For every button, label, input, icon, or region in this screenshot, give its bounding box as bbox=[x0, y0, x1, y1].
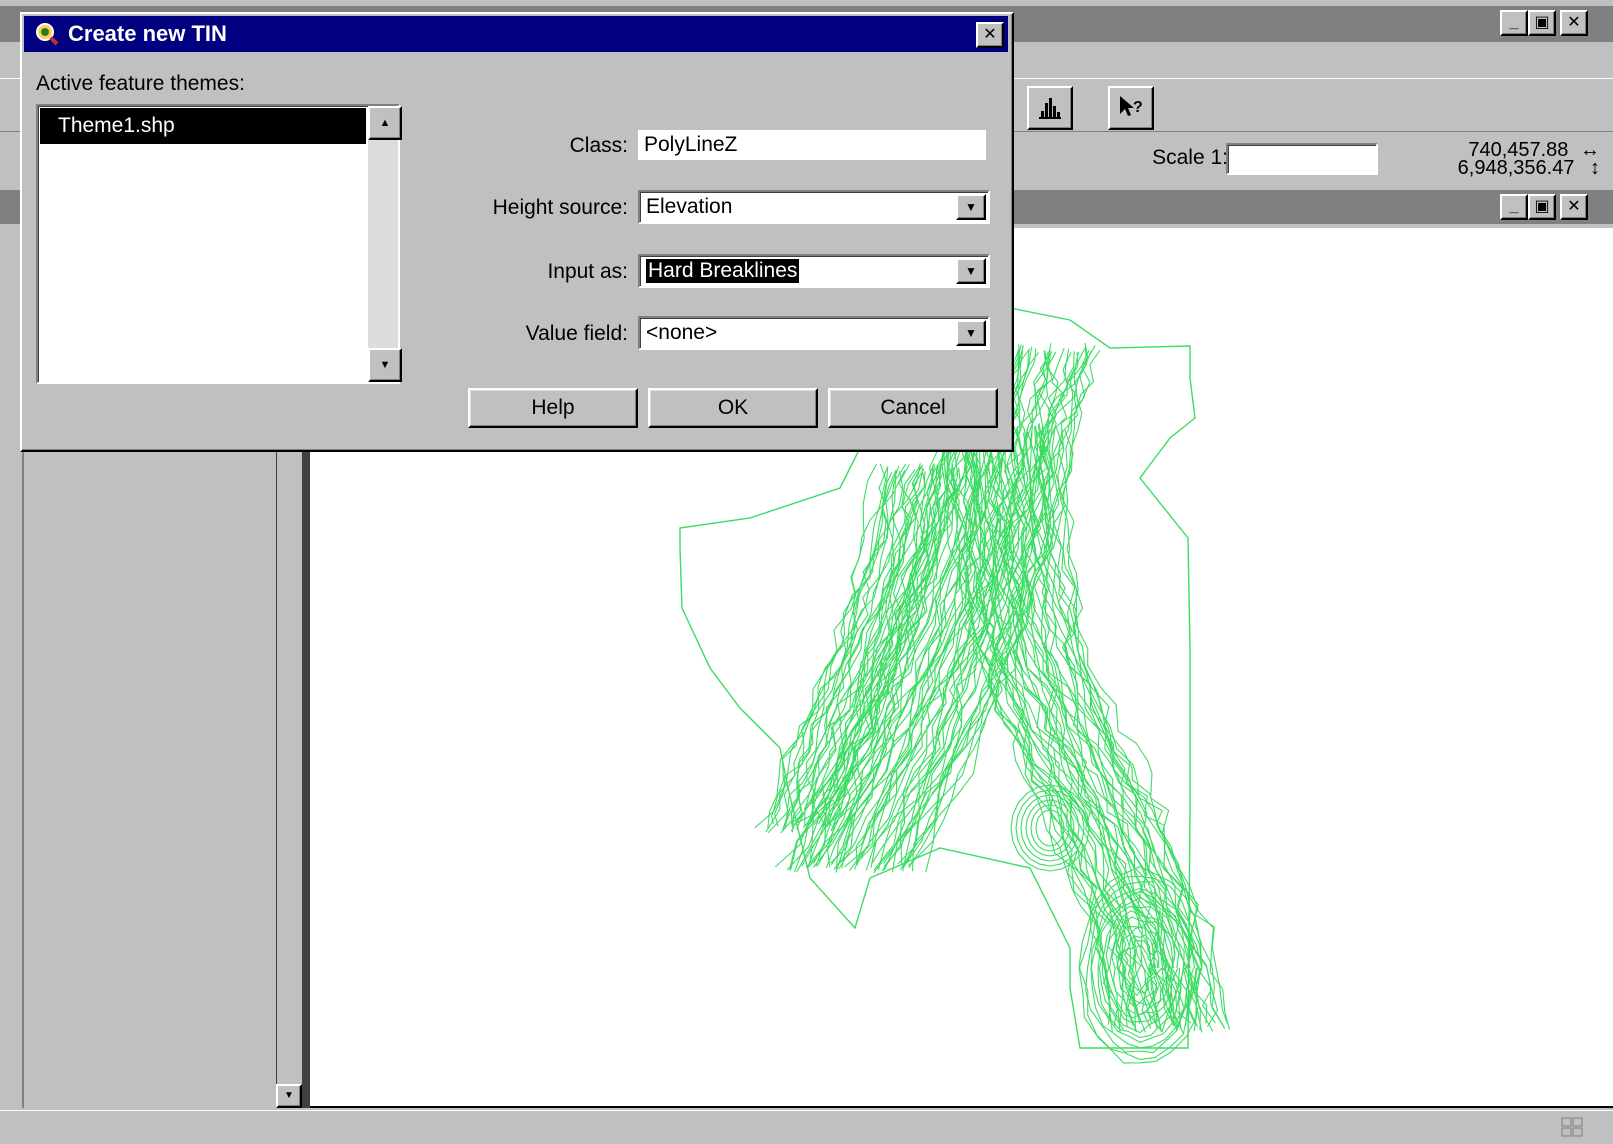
contour-line bbox=[802, 466, 926, 828]
themes-scroll-down-button[interactable]: ▼ bbox=[368, 348, 402, 382]
svg-text:?: ? bbox=[1133, 99, 1143, 116]
scale-input[interactable] bbox=[1226, 143, 1378, 175]
themes-list[interactable]: Theme1.shp ▲ ▼ bbox=[36, 104, 402, 384]
class-label: Class: bbox=[569, 134, 628, 157]
dialog-close-button[interactable]: ✕ bbox=[976, 22, 1004, 48]
view-maximize-button[interactable]: ▣ bbox=[1528, 194, 1556, 220]
chevron-down-icon[interactable]: ▼ bbox=[956, 320, 986, 346]
cancel-button[interactable]: Cancel bbox=[828, 388, 998, 428]
scale-label: Scale 1: bbox=[1152, 146, 1228, 169]
class-field: PolyLineZ bbox=[638, 130, 986, 160]
theme-list-item-label: Theme1.shp bbox=[58, 114, 175, 137]
app-close-button[interactable]: ✕ bbox=[1560, 10, 1588, 36]
toc-scroll-down-button[interactable]: ▼ bbox=[276, 1084, 302, 1108]
theme-list-item[interactable]: Theme1.shp bbox=[40, 108, 366, 144]
themes-scroll-up-button[interactable]: ▲ bbox=[368, 106, 402, 140]
tin-app-icon bbox=[36, 23, 59, 46]
help-pointer-button[interactable]: ? bbox=[1108, 86, 1154, 130]
coordinate-y-value: 6,948,356.47 bbox=[1457, 157, 1575, 179]
chevron-down-icon[interactable]: ▼ bbox=[956, 258, 986, 284]
value-field-select[interactable]: <none> ▼ bbox=[638, 316, 990, 350]
ok-button[interactable]: OK bbox=[648, 388, 818, 428]
help-button[interactable]: Help bbox=[468, 388, 638, 428]
contour-line bbox=[1060, 428, 1228, 1024]
coordinate-y-readout: 6,948,356.47 ↕ bbox=[1400, 158, 1600, 178]
status-bar bbox=[0, 1110, 1613, 1144]
height-source-select[interactable]: Elevation ▼ bbox=[638, 190, 990, 224]
value-field-label: Value field: bbox=[525, 322, 628, 345]
app-minimize-button[interactable]: _ bbox=[1500, 10, 1528, 36]
input-as-select[interactable]: Hard Breaklines ▼ bbox=[638, 254, 990, 288]
chevron-down-icon[interactable]: ▼ bbox=[956, 194, 986, 220]
resize-grip-icon[interactable] bbox=[1560, 1116, 1584, 1138]
height-source-value: Elevation bbox=[646, 195, 733, 218]
dialog-title-bar: Create new TIN bbox=[24, 16, 1008, 52]
height-source-label: Height source: bbox=[492, 196, 628, 219]
help-pointer-icon: ? bbox=[1120, 96, 1143, 116]
input-as-label: Input as: bbox=[547, 260, 628, 283]
histogram-icon bbox=[1039, 98, 1061, 119]
input-as-value: Hard Breaklines bbox=[644, 258, 801, 284]
dialog-title: Create new TIN bbox=[68, 21, 227, 46]
themes-label: Active feature themes: bbox=[36, 72, 245, 95]
coordinate-y-arrow-icon: ↕ bbox=[1590, 157, 1600, 179]
create-tin-dialog: Create new TIN ✕ Active feature themes: … bbox=[20, 12, 1014, 452]
view-minimize-button[interactable]: _ bbox=[1500, 194, 1528, 220]
view-close-button[interactable]: ✕ bbox=[1560, 194, 1588, 220]
app-maximize-button[interactable]: ▣ bbox=[1528, 10, 1556, 36]
themes-list-scrollbar[interactable]: ▲ ▼ bbox=[368, 106, 402, 382]
contour-line bbox=[790, 471, 924, 832]
histogram-button[interactable] bbox=[1027, 86, 1073, 130]
value-field-value: <none> bbox=[646, 321, 718, 344]
